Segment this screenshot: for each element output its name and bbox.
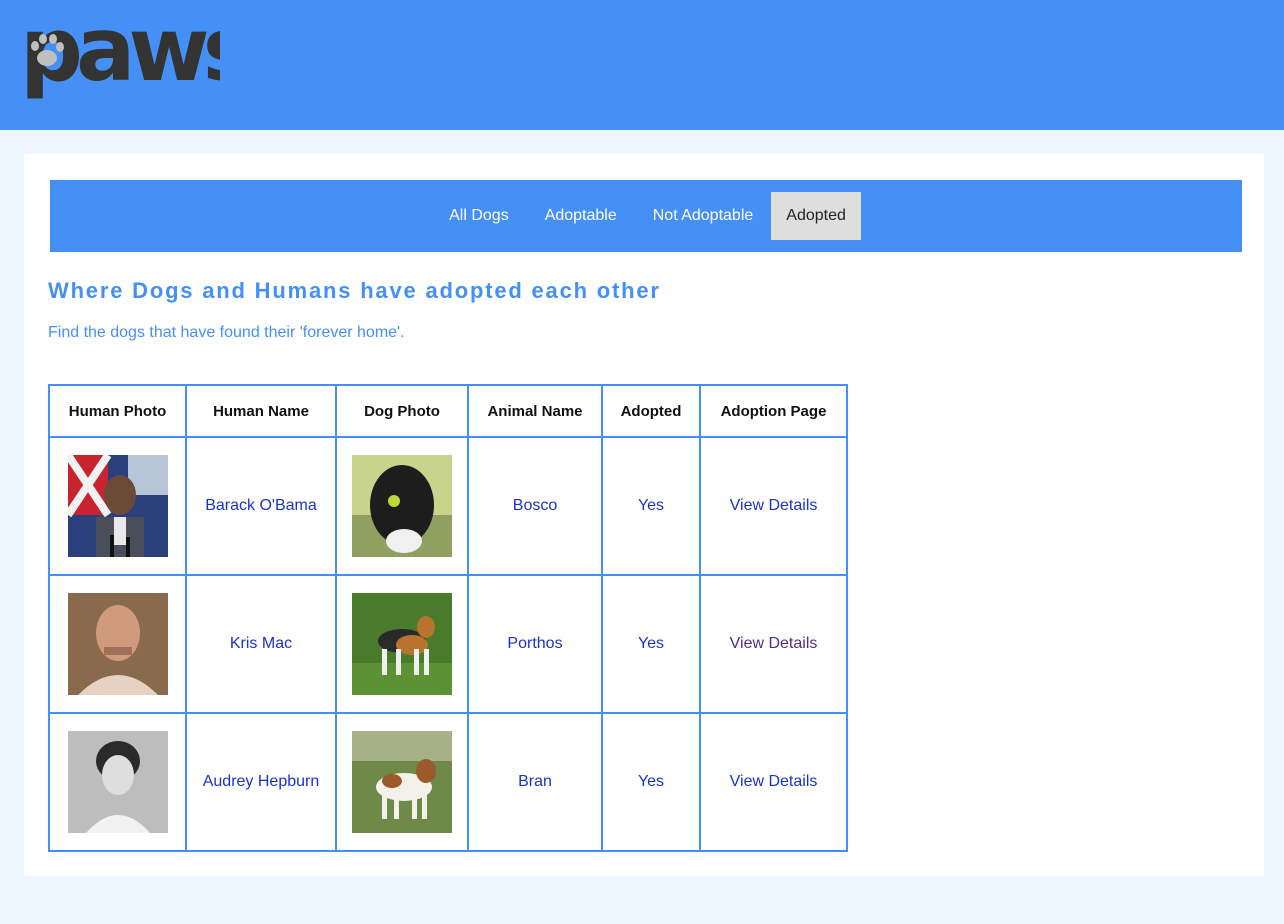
animal-name-link[interactable]: Porthos <box>467 574 603 714</box>
adoptions-table: Human Photo Human Name Dog Photo Animal … <box>48 384 848 852</box>
dog-photo-cell <box>335 712 469 852</box>
view-details-link[interactable]: View Details <box>699 712 848 852</box>
nav-all-dogs[interactable]: All Dogs <box>431 192 527 240</box>
animal-name-link[interactable]: Bran <box>467 712 603 852</box>
header-dog-photo: Dog Photo <box>335 384 469 438</box>
dog-photo-cell <box>335 436 469 576</box>
dog-photo <box>352 593 452 695</box>
human-photo-cell <box>48 436 187 576</box>
human-photo-cell <box>48 712 187 852</box>
table-header-row: Human Photo Human Name Dog Photo Animal … <box>48 384 848 438</box>
animal-name-link[interactable]: Bosco <box>467 436 603 576</box>
dog-photo <box>352 731 452 833</box>
dog-photo <box>352 455 452 557</box>
header-animal-name: Animal Name <box>467 384 603 438</box>
nav-adoptable[interactable]: Adoptable <box>527 192 635 240</box>
adopted-status[interactable]: Yes <box>601 436 701 576</box>
human-photo-cell <box>48 574 187 714</box>
content-panel: All Dogs Adoptable Not Adoptable Adopted… <box>24 154 1264 876</box>
human-name-link[interactable]: Audrey Hepburn <box>185 712 337 852</box>
header-human-photo: Human Photo <box>48 384 187 438</box>
page-title: Where Dogs and Humans have adopted each … <box>48 278 661 303</box>
adopted-status[interactable]: Yes <box>601 712 701 852</box>
nav-items: All Dogs Adoptable Not Adoptable Adopted <box>50 192 1242 240</box>
page-subtitle: Find the dogs that have found their 'for… <box>48 324 405 341</box>
human-photo <box>67 731 168 833</box>
dog-photo-cell <box>335 574 469 714</box>
table-row: Audrey Hepburn Bran Yes View Details <box>48 712 848 852</box>
nav-adopted[interactable]: Adopted <box>771 192 861 240</box>
human-name-link[interactable]: Kris Mac <box>185 574 337 714</box>
header-adopted: Adopted <box>601 384 701 438</box>
nav-not-adoptable[interactable]: Not Adoptable <box>635 192 772 240</box>
header-adoption-page: Adoption Page <box>699 384 848 438</box>
table-row: Kris Mac Porthos Yes View Details <box>48 574 848 714</box>
filter-nav: All Dogs Adoptable Not Adoptable Adopted <box>50 180 1242 252</box>
human-name-link[interactable]: Barack O'Bama <box>185 436 337 576</box>
human-photo <box>67 593 168 695</box>
paws-logo[interactable]: paws <box>20 0 259 104</box>
adopted-status[interactable]: Yes <box>601 574 701 714</box>
header-human-name: Human Name <box>185 384 337 438</box>
view-details-link[interactable]: View Details <box>699 574 848 714</box>
human-photo <box>67 455 168 557</box>
site-header: paws <box>0 0 1284 130</box>
view-details-link[interactable]: View Details <box>699 436 848 576</box>
paws-logo-icon: paws <box>20 0 259 101</box>
table-row: Barack O'Bama Bosco Yes View Details <box>48 436 848 576</box>
